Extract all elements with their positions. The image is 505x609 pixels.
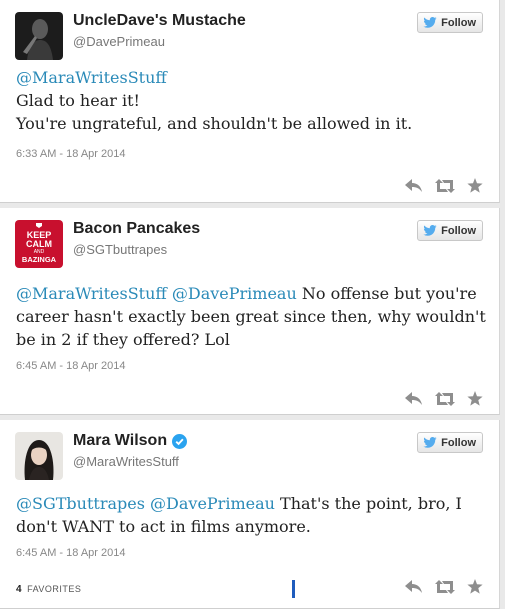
twitter-bird-icon — [423, 225, 437, 236]
author-handle[interactable]: @MaraWritesStuff — [73, 454, 179, 469]
retweet-icon[interactable] — [435, 579, 455, 594]
mention-link[interactable]: @DavePrimeau — [150, 494, 275, 513]
retweet-icon[interactable] — [435, 391, 455, 406]
author-name[interactable]: Bacon Pancakes — [73, 220, 200, 238]
mention-link[interactable]: @SGTbuttrapes — [16, 494, 145, 513]
tweet-line: No offense but you're — [301, 284, 477, 303]
author-name[interactable]: UncleDave's Mustache — [73, 12, 246, 30]
timestamp[interactable]: 6:45 AM - 18 Apr 2014 — [16, 360, 125, 372]
favorite-icon[interactable] — [467, 391, 483, 406]
mention-link[interactable]: @MaraWritesStuff — [16, 68, 167, 87]
favorite-icon[interactable] — [467, 579, 483, 594]
tweet-line: You're ungrateful, and shouldn't be allo… — [16, 114, 413, 133]
favorites-number: 4 — [16, 584, 23, 595]
timestamp[interactable]: 6:45 AM - 18 Apr 2014 — [16, 547, 125, 559]
favorite-icon[interactable] — [467, 178, 483, 193]
favorites-label: FAVORITES — [27, 584, 82, 594]
avatar-bazinga-text: BAZINGA — [22, 255, 57, 264]
tweet-line: don't WANT to act in films anymore. — [16, 517, 311, 536]
reply-icon[interactable] — [405, 579, 423, 594]
follow-button[interactable]: Follow — [417, 220, 483, 241]
avatar[interactable]: KEEP CALM AND BAZINGA — [15, 220, 63, 268]
avatar-calm-text: CALM — [26, 239, 52, 249]
mention-link[interactable]: @DavePrimeau — [172, 284, 297, 303]
tweet-card: KEEP CALM AND BAZINGA Bacon Pancakes @SG… — [0, 208, 500, 415]
follow-label: Follow — [441, 436, 476, 449]
mention-link[interactable]: @MaraWritesStuff — [16, 284, 167, 303]
tweet-text: @MaraWritesStuff @DavePrimeau No offense… — [16, 282, 486, 351]
tweet-thread: UncleDave's Mustache @DavePrimeau Follow… — [0, 0, 505, 609]
twitter-bird-icon — [423, 437, 437, 448]
author-handle[interactable]: @DavePrimeau — [73, 34, 165, 49]
tweet-line: That's the point, bro, I — [280, 494, 462, 513]
tweet-actions — [405, 178, 483, 193]
reply-icon[interactable] — [405, 178, 423, 193]
author-name[interactable]: Mara Wilson — [73, 432, 188, 450]
follow-button[interactable]: Follow — [417, 12, 483, 33]
tweet-text: @SGTbuttrapes @DavePrimeau That's the po… — [16, 492, 486, 538]
tweet-line: Glad to hear it! — [16, 91, 140, 110]
follow-label: Follow — [441, 16, 476, 29]
avatar[interactable] — [15, 432, 63, 480]
favorites-count[interactable]: 4 FAVORITES — [16, 584, 81, 595]
verified-badge-icon — [172, 433, 188, 449]
tweet-card: UncleDave's Mustache @DavePrimeau Follow… — [0, 0, 500, 203]
tweet-line: be in 2 if they offered? Lol — [16, 330, 230, 349]
tweet-actions — [405, 579, 483, 594]
follow-button[interactable]: Follow — [417, 432, 483, 453]
timestamp[interactable]: 6:33 AM - 18 Apr 2014 — [16, 148, 125, 160]
retweet-icon[interactable] — [435, 178, 455, 193]
tweet-text: @MaraWritesStuff Glad to hear it! You're… — [16, 66, 486, 135]
favoriter-avatar-strip[interactable] — [292, 580, 295, 598]
reply-icon[interactable] — [405, 391, 423, 406]
tweet-card: Mara Wilson @MaraWritesStuff Follow @SGT… — [0, 420, 500, 609]
avatar[interactable] — [15, 12, 63, 60]
twitter-bird-icon — [423, 17, 437, 28]
tweet-line: career hasn't exactly been great since t… — [16, 307, 486, 326]
author-handle[interactable]: @SGTbuttrapes — [73, 242, 167, 257]
tweet-actions — [405, 391, 483, 406]
follow-label: Follow — [441, 224, 476, 237]
